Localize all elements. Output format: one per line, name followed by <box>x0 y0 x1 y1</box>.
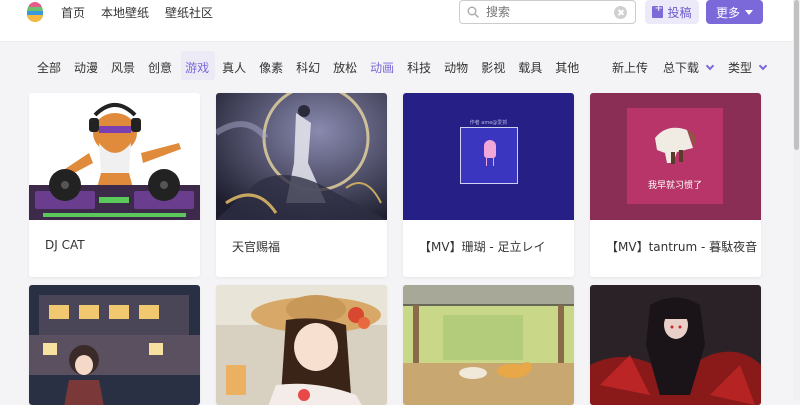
dj-cat-image <box>29 103 200 220</box>
wallpaper-card[interactable] <box>403 285 574 405</box>
caret-down-icon <box>745 9 753 15</box>
chevron-down-icon <box>758 61 768 70</box>
post-button-label: 投稿 <box>667 5 692 20</box>
category-animals[interactable]: 动物 <box>444 59 468 76</box>
thumbnail-caption: 作者 ame@爱抓 <box>469 120 508 126</box>
category-other[interactable]: 其他 <box>555 59 579 76</box>
wallpaper-title[interactable]: 【MV】珊瑚 - 足立レイ <box>419 238 546 255</box>
wallpaper-card[interactable]: DJ CAT <box>29 93 200 277</box>
wallpaper-title[interactable]: 天官赐福 <box>232 238 280 255</box>
category-relax[interactable]: 放松 <box>333 59 357 76</box>
sort-type-label: 类型 <box>728 61 753 75</box>
wallpaper-title[interactable]: DJ CAT <box>45 238 85 252</box>
wallpaper-thumbnail[interactable] <box>403 285 574 405</box>
sort-new[interactable]: 新上传 <box>612 59 648 76</box>
wallpaper-card[interactable] <box>590 285 761 405</box>
sort-bar: 新上传 总下载 类型 <box>612 59 781 76</box>
more-button-label: 更多 <box>715 5 740 20</box>
wallpaper-thumbnail[interactable] <box>216 93 387 220</box>
sort-downloads-label: 总下载 <box>663 61 700 75</box>
nav-home[interactable]: 首页 <box>61 4 85 21</box>
upload-doc-icon <box>652 3 664 18</box>
app-logo-icon[interactable] <box>27 2 43 22</box>
clear-icon[interactable] <box>614 6 627 19</box>
category-scifi[interactable]: 科幻 <box>296 59 320 76</box>
porch-cat-image <box>403 285 574 405</box>
search-input[interactable] <box>486 4 606 20</box>
category-all[interactable]: 全部 <box>37 59 61 76</box>
nav-community[interactable]: 壁纸社区 <box>165 4 213 21</box>
category-vehicles[interactable]: 载具 <box>518 59 542 76</box>
main-nav: 首页 本地壁纸 壁纸社区 <box>61 4 229 21</box>
wallpaper-thumbnail[interactable] <box>216 285 387 405</box>
search-box[interactable] <box>459 0 636 24</box>
category-scenery[interactable]: 风景 <box>111 59 135 76</box>
category-film[interactable]: 影视 <box>481 59 505 76</box>
nav-local-wallpapers[interactable]: 本地壁纸 <box>101 4 149 21</box>
dark-warrior-image <box>590 285 761 405</box>
album-frame: 我早就习惯了 <box>627 108 723 204</box>
top-bar: 首页 本地壁纸 壁纸社区 投稿 更多 <box>0 0 800 42</box>
sort-type-dropdown[interactable]: 类型 <box>728 59 768 76</box>
wallpaper-card[interactable] <box>216 285 387 405</box>
category-creative[interactable]: 创意 <box>148 59 172 76</box>
album-frame <box>460 127 518 184</box>
heaven-blessing-image <box>216 93 387 220</box>
category-animation[interactable]: 动画 <box>370 59 394 76</box>
wallpaper-card[interactable]: 作者 ame@爱抓 【MV】珊瑚 - 足立レイ <box>403 93 574 277</box>
category-tech[interactable]: 科技 <box>407 59 431 76</box>
page-scrollbar[interactable] <box>793 0 800 400</box>
category-bar: 全部 动漫 风景 创意 游戏 真人 像素 科幻 放松 动画 科技 动物 影视 载… <box>37 59 592 76</box>
category-anime[interactable]: 动漫 <box>74 59 98 76</box>
category-pixel[interactable]: 像素 <box>259 59 283 76</box>
city-girl-image <box>29 285 200 405</box>
more-button[interactable]: 更多 <box>706 0 763 24</box>
wallpaper-title[interactable]: 【MV】tantrum - 暮駄夜音 <box>606 238 757 255</box>
sort-downloads-dropdown[interactable]: 总下载 <box>663 59 715 76</box>
wallpaper-card[interactable]: 天官赐福 <box>216 93 387 277</box>
post-button[interactable]: 投稿 <box>645 0 699 24</box>
chevron-down-icon <box>705 61 715 70</box>
wallpaper-card[interactable]: 我早就习惯了 【MV】tantrum - 暮駄夜音 <box>590 93 761 277</box>
category-real-people[interactable]: 真人 <box>222 59 246 76</box>
search-icon <box>467 6 479 18</box>
wallpaper-thumbnail[interactable] <box>29 93 200 220</box>
scrollbar-thumb[interactable] <box>794 0 799 150</box>
straw-hat-girl-image <box>216 285 387 405</box>
wallpaper-thumbnail[interactable] <box>29 285 200 405</box>
thumbnail-caption: 我早就习惯了 <box>647 181 702 191</box>
category-game[interactable]: 游戏 <box>185 59 209 76</box>
wallpaper-thumbnail[interactable]: 作者 ame@爱抓 <box>403 93 574 220</box>
wallpaper-thumbnail[interactable]: 我早就习惯了 <box>590 93 761 220</box>
wallpaper-card[interactable] <box>29 285 200 405</box>
wallpaper-thumbnail[interactable] <box>590 285 761 405</box>
